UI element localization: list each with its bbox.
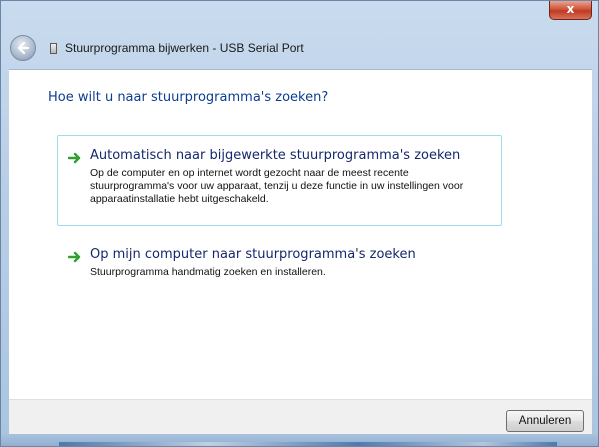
- wizard-content: Hoe wilt u naar stuurprogramma's zoeken?…: [9, 69, 592, 399]
- option-title: Automatisch naar bijgewerkte stuurprogra…: [90, 148, 461, 163]
- cancel-button[interactable]: Annuleren: [506, 410, 584, 432]
- option-search-automatically[interactable]: Automatisch naar bijgewerkte stuurprogra…: [57, 135, 502, 226]
- device-icon: [50, 43, 57, 54]
- page-heading: Hoe wilt u naar stuurprogramma's zoeken?: [48, 90, 329, 105]
- dialog-window: x Stuurprogramma bijwerken - USB Serial …: [0, 0, 599, 447]
- wizard-nav-bar: Stuurprogramma bijwerken - USB Serial Po…: [1, 31, 598, 69]
- close-button[interactable]: x: [549, 1, 592, 20]
- background-strip: [59, 442, 557, 446]
- green-arrow-icon: [68, 251, 81, 263]
- back-button[interactable]: [10, 35, 36, 61]
- button-bar: Annuleren: [9, 399, 592, 434]
- wizard-title: Stuurprogramma bijwerken - USB Serial Po…: [65, 41, 304, 55]
- back-arrow-icon: [17, 41, 30, 55]
- option-description: Stuurprogramma handmatig zoeken en insta…: [90, 266, 326, 278]
- option-description: Op de computer en op internet wordt gezo…: [90, 167, 464, 205]
- title-bar[interactable]: x: [1, 1, 598, 31]
- option-title: Op mijn computer naar stuurprogramma's z…: [90, 247, 416, 262]
- option-browse-computer[interactable]: Op mijn computer naar stuurprogramma's z…: [57, 238, 502, 288]
- green-arrow-icon: [68, 152, 81, 164]
